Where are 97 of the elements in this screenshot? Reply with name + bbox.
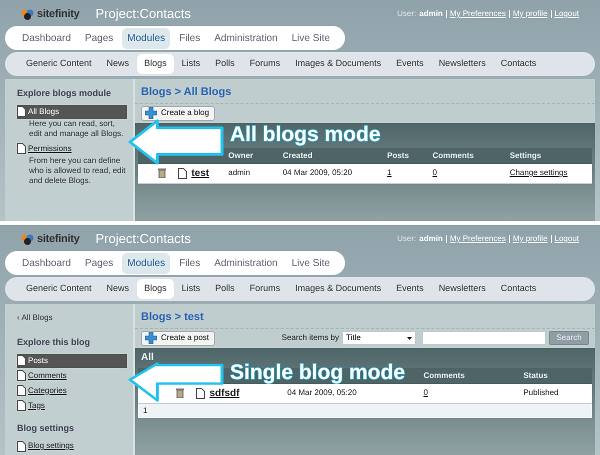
sub-nav-tab[interactable]: Contacts bbox=[494, 279, 544, 299]
breadcrumb: Blogs > test bbox=[135, 304, 595, 328]
logo-text: sitefinity bbox=[37, 232, 80, 247]
column-header[interactable]: Status bbox=[523, 370, 548, 380]
project-title: Project:Contacts bbox=[95, 5, 191, 24]
main-nav-tab[interactable]: Dashboard bbox=[17, 28, 76, 48]
sidebar-item[interactable]: Blog settings bbox=[17, 439, 127, 453]
table-link[interactable]: Change settings bbox=[510, 167, 568, 179]
sub-nav-tab[interactable]: News bbox=[100, 54, 136, 74]
sub-nav-tab[interactable]: Lists bbox=[174, 279, 208, 299]
search-label: Search items by bbox=[282, 332, 339, 344]
sub-nav-tab[interactable]: Contacts bbox=[494, 54, 544, 74]
create-button[interactable]: Create a blog bbox=[141, 106, 215, 120]
column-header[interactable]: Comments bbox=[432, 150, 474, 160]
breadcrumb: Blogs > All Blogs bbox=[135, 79, 595, 104]
logo-circles-icon bbox=[21, 8, 35, 20]
project-title: Project:Contacts bbox=[95, 230, 191, 248]
main-nav-tab[interactable]: Files bbox=[174, 252, 206, 274]
user-name: admin bbox=[419, 233, 443, 245]
sidebar-item[interactable]: Categories bbox=[17, 384, 127, 398]
sidebar-description: From here you can define who is allowed to read, edit and delete Blogs. bbox=[28, 156, 126, 186]
main-nav-tab[interactable]: Live Site bbox=[286, 28, 335, 48]
column-header[interactable]: Comments bbox=[423, 370, 465, 380]
sub-nav-tab[interactable]: Images & Documents bbox=[288, 54, 388, 74]
column-header[interactable]: Settings bbox=[510, 150, 542, 160]
main-nav-tab[interactable]: Files bbox=[174, 28, 206, 48]
sidebar-heading: Explore this blog bbox=[17, 336, 92, 349]
column-header[interactable]: Posts bbox=[387, 150, 409, 160]
document-icon bbox=[178, 168, 188, 178]
sub-nav-tab[interactable]: Forums bbox=[242, 54, 288, 74]
item-link[interactable]: sdfsdf bbox=[209, 386, 240, 400]
sidebar-item[interactable]: All Blogs bbox=[17, 104, 127, 118]
plus-icon bbox=[145, 332, 157, 344]
sub-nav-tab[interactable]: Events bbox=[389, 54, 431, 74]
plus-icon bbox=[145, 107, 157, 119]
document-icon bbox=[17, 143, 26, 154]
main-nav-tab[interactable]: Dashboard bbox=[17, 252, 76, 274]
sub-nav-tab[interactable]: Images & Documents bbox=[288, 279, 388, 299]
main-nav-tab[interactable]: Pages bbox=[80, 28, 118, 48]
item-link[interactable]: test bbox=[191, 166, 210, 180]
sub-nav-tab[interactable]: Events bbox=[389, 279, 431, 299]
table-cell: 04 Mar 2009, 05:20 bbox=[282, 167, 352, 179]
table-link[interactable]: 0 bbox=[423, 387, 428, 399]
document-icon bbox=[17, 440, 26, 452]
column-header[interactable]: Created bbox=[282, 150, 313, 160]
annotation-label: Single blog mode bbox=[230, 362, 406, 383]
column-header[interactable]: Owner bbox=[228, 150, 254, 160]
document-icon bbox=[17, 385, 26, 396]
sub-nav-tab[interactable]: Newsletters bbox=[432, 279, 493, 299]
sidebar-item[interactable]: Tags bbox=[17, 398, 127, 412]
back-link[interactable]: ‹ All Blogs bbox=[17, 312, 127, 324]
trash-icon[interactable] bbox=[176, 388, 184, 398]
sidebar-heading: Blog settings bbox=[17, 422, 76, 435]
sidebar-item[interactable]: Permissions bbox=[17, 142, 127, 156]
sidebar-heading: Explore blogs module bbox=[17, 87, 112, 100]
search-by-select[interactable]: Title bbox=[343, 332, 415, 344]
main-nav-tab[interactable]: Modules bbox=[122, 28, 170, 48]
logo-text: sitefinity bbox=[37, 6, 80, 22]
table-cell: Published bbox=[523, 387, 558, 399]
document-icon bbox=[17, 400, 26, 411]
sub-nav-tab[interactable]: Blogs bbox=[137, 279, 174, 299]
user-label: User: bbox=[397, 8, 416, 20]
create-button[interactable]: Create a post bbox=[141, 330, 215, 346]
table-link[interactable]: 0 bbox=[432, 167, 437, 179]
sub-nav-tab[interactable]: Generic Content bbox=[19, 54, 99, 74]
document-icon bbox=[17, 106, 26, 117]
document-icon bbox=[196, 388, 206, 398]
sub-nav-tab[interactable]: Generic Content bbox=[19, 279, 99, 299]
sub-nav-tab[interactable]: Blogs bbox=[137, 54, 174, 74]
sidebar-item[interactable]: Comments bbox=[17, 368, 127, 382]
logo-circles-icon bbox=[21, 234, 35, 244]
sidebar-item[interactable]: Posts bbox=[17, 354, 127, 368]
main-nav-tab[interactable]: Administration bbox=[209, 28, 283, 48]
dropdown-caret-icon bbox=[407, 336, 412, 340]
table-cell: 04 Mar 2009, 05:20 bbox=[287, 387, 357, 399]
sub-nav-tab[interactable]: Newsletters bbox=[432, 54, 493, 74]
main-nav-tab[interactable]: Administration bbox=[209, 252, 283, 274]
sidebar-description: Here you can read, sort, edit and manage all Blogs. bbox=[28, 118, 124, 138]
sub-nav-tab[interactable]: Polls bbox=[208, 54, 242, 74]
table-link[interactable]: 1 bbox=[387, 167, 392, 179]
grid-title: All bbox=[140, 352, 155, 364]
pager-page[interactable]: 1 bbox=[143, 404, 148, 416]
search-field[interactable] bbox=[423, 332, 545, 344]
trash-icon[interactable] bbox=[158, 168, 166, 178]
annotation-label: All blogs mode bbox=[230, 124, 381, 145]
sub-nav-tab[interactable]: Polls bbox=[208, 279, 242, 299]
main-nav-tab[interactable]: Pages bbox=[80, 252, 118, 274]
user-name: admin bbox=[419, 8, 443, 20]
document-icon bbox=[17, 355, 26, 366]
main-nav-tab[interactable]: Live Site bbox=[286, 252, 335, 274]
sub-nav-tab[interactable]: News bbox=[100, 279, 136, 299]
user-label: User: bbox=[397, 233, 416, 245]
table-cell: admin bbox=[228, 167, 250, 179]
document-icon bbox=[17, 370, 26, 381]
main-nav-tab[interactable]: Modules bbox=[122, 252, 170, 274]
sub-nav-tab[interactable]: Forums bbox=[242, 279, 288, 299]
sub-nav-tab[interactable]: Lists bbox=[174, 54, 208, 74]
